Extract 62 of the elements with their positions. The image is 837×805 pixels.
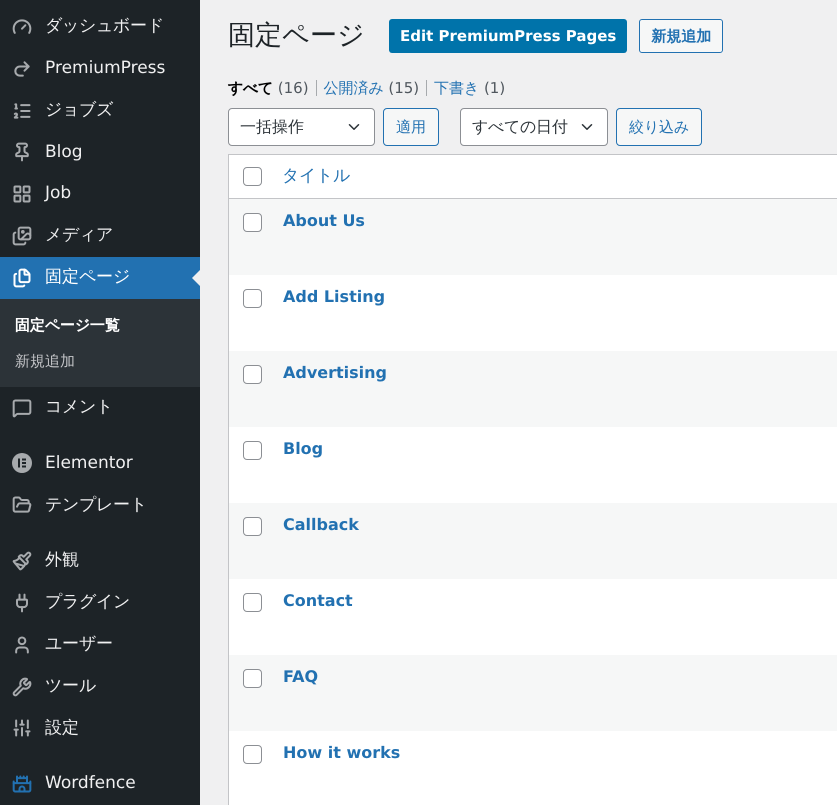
page-title: 固定ページ [228,19,365,53]
status-filter-link[interactable]: 公開済み (15) [324,76,420,99]
checkbox[interactable] [243,593,262,612]
menu-item[interactable]: Blog [0,131,200,174]
user-icon [12,634,32,655]
menu-item[interactable]: Elementor [0,442,200,484]
grid-icon [12,184,32,204]
menu-item[interactable]: 外観 [0,540,200,582]
settings-icon [12,718,32,738]
column-header[interactable]: タイトル [282,164,350,190]
current-pointer-icon [192,270,200,286]
folder-icon [12,495,32,516]
menu-item[interactable]: Job [0,173,200,216]
submenu-item[interactable]: 固定ページ一覧 [0,306,200,343]
page-title-link[interactable]: FAQ [283,667,318,686]
comment-icon [12,398,32,418]
menu-item[interactable]: 設定 [0,707,200,750]
checkbox[interactable] [243,745,262,764]
page-title-link[interactable]: About Us [283,211,365,230]
checkbox[interactable] [243,213,262,232]
bulk-action-select[interactable]: 一括操作 [228,108,375,146]
pages-icon [12,268,32,288]
menu-item[interactable]: ジョブズ [0,90,200,132]
menu-item[interactable]: ツール [0,666,200,708]
submenu-item[interactable]: 新規追加 [0,342,200,379]
menu-item[interactable]: プラグイン [0,582,200,624]
menu-item[interactable]: コメント [0,386,200,429]
edit-pages-button[interactable]: Edit PremiumPress Pages [389,19,628,54]
page-title-link[interactable]: Blog [283,439,324,458]
paintbrush-icon [12,551,32,572]
apply-button[interactable]: 適用 [383,108,439,146]
menu-item[interactable]: ユーザー [0,624,200,666]
page-title-link[interactable]: Advertising [283,363,387,382]
wrench-icon [12,676,32,697]
filter-button[interactable]: 絞り込み [616,108,702,146]
menu-item[interactable]: Wordfence [0,763,200,805]
curved-arrow-icon [12,58,32,79]
date-filter-select[interactable]: すべての日付 [460,108,608,146]
pin-icon [12,142,32,162]
status-filter-link[interactable]: すべて (16) [228,76,309,99]
menu-item[interactable]: ダッシュボード [0,6,200,48]
menu-item[interactable]: PremiumPress [0,48,200,90]
checkbox[interactable] [243,289,262,308]
checkbox[interactable] [243,441,262,460]
page-title-link[interactable]: Callback [283,515,359,534]
page-title-link[interactable]: How it works [283,743,400,762]
media-icon [12,226,32,246]
status-filter-link[interactable]: 下書き (1) [434,76,506,99]
checkbox[interactable] [243,167,262,186]
numbered-list-icon [12,100,32,121]
menu-item[interactable]: 固定ページ [0,256,200,299]
castle-icon [12,774,32,794]
checkbox[interactable] [243,669,262,688]
gauge-icon [12,16,32,37]
page-title-link[interactable]: Add Listing [283,287,386,306]
checkbox[interactable] [243,365,262,384]
page-title-link[interactable]: Contact [283,591,353,610]
checkbox[interactable] [243,517,262,536]
menu-item[interactable]: メディア [0,215,200,257]
elementor-icon [12,453,32,474]
menu-item[interactable]: テンプレート [0,484,200,526]
add-new-button[interactable]: 新規追加 [639,19,724,54]
